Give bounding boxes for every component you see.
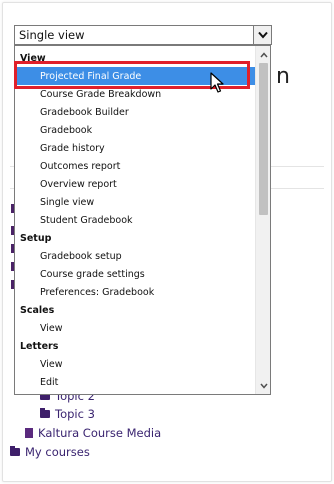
scrollbar-thumb[interactable] xyxy=(259,63,268,215)
option-list: View Projected Final Grade Course Grade … xyxy=(15,49,255,391)
tree-item-my-courses[interactable]: My courses xyxy=(10,445,90,459)
option-scales-view[interactable]: View xyxy=(15,319,255,337)
option-gradebook[interactable]: Gradebook xyxy=(15,121,255,139)
option-overview-report[interactable]: Overview report xyxy=(15,175,255,193)
select-value: Single view xyxy=(19,28,85,42)
option-single-view[interactable]: Single view xyxy=(15,193,255,211)
option-outcomes-report[interactable]: Outcomes report xyxy=(15,157,255,175)
mouse-cursor-icon xyxy=(210,72,224,98)
optgroup-setup: Setup xyxy=(20,232,52,244)
tree-item-label: Kaltura Course Media xyxy=(38,426,162,440)
folder-icon xyxy=(40,408,50,418)
option-course-grade-settings[interactable]: Course grade settings xyxy=(15,265,255,283)
gradebook-view-select[interactable]: Single view xyxy=(14,25,272,45)
chevron-down-icon[interactable] xyxy=(253,26,271,44)
dropdown-scrollbar[interactable] xyxy=(255,46,270,394)
tree-item-kaltura-course-media[interactable]: Kaltura Course Media xyxy=(25,426,161,440)
option-grade-history[interactable]: Grade history xyxy=(15,139,255,157)
optgroup-letters: Letters xyxy=(20,340,59,352)
option-preferences-gradebook[interactable]: Preferences: Gradebook xyxy=(15,283,255,301)
screenshot-frame: n Topic 2 Topic 3 Kaltura Course Media M… xyxy=(0,0,334,484)
scroll-down-icon[interactable] xyxy=(256,378,270,393)
page-title-fragment: n xyxy=(276,64,290,89)
option-student-gradebook[interactable]: Student Gradebook xyxy=(15,211,255,229)
scroll-up-icon[interactable] xyxy=(256,47,270,62)
option-gradebook-builder[interactable]: Gradebook Builder xyxy=(15,103,255,121)
folder-icon xyxy=(10,446,20,456)
tree-item-label: My courses xyxy=(25,445,90,459)
tree-item-label: Topic 3 xyxy=(55,407,95,421)
tree-item-topic-3[interactable]: Topic 3 xyxy=(40,407,95,421)
option-letters-edit[interactable]: Edit xyxy=(15,373,255,391)
document-icon xyxy=(25,428,33,438)
option-gradebook-setup[interactable]: Gradebook setup xyxy=(15,247,255,265)
option-letters-view[interactable]: View xyxy=(15,355,255,373)
optgroup-scales: Scales xyxy=(20,304,55,316)
select-dropdown-list[interactable]: View Projected Final Grade Course Grade … xyxy=(14,45,271,395)
